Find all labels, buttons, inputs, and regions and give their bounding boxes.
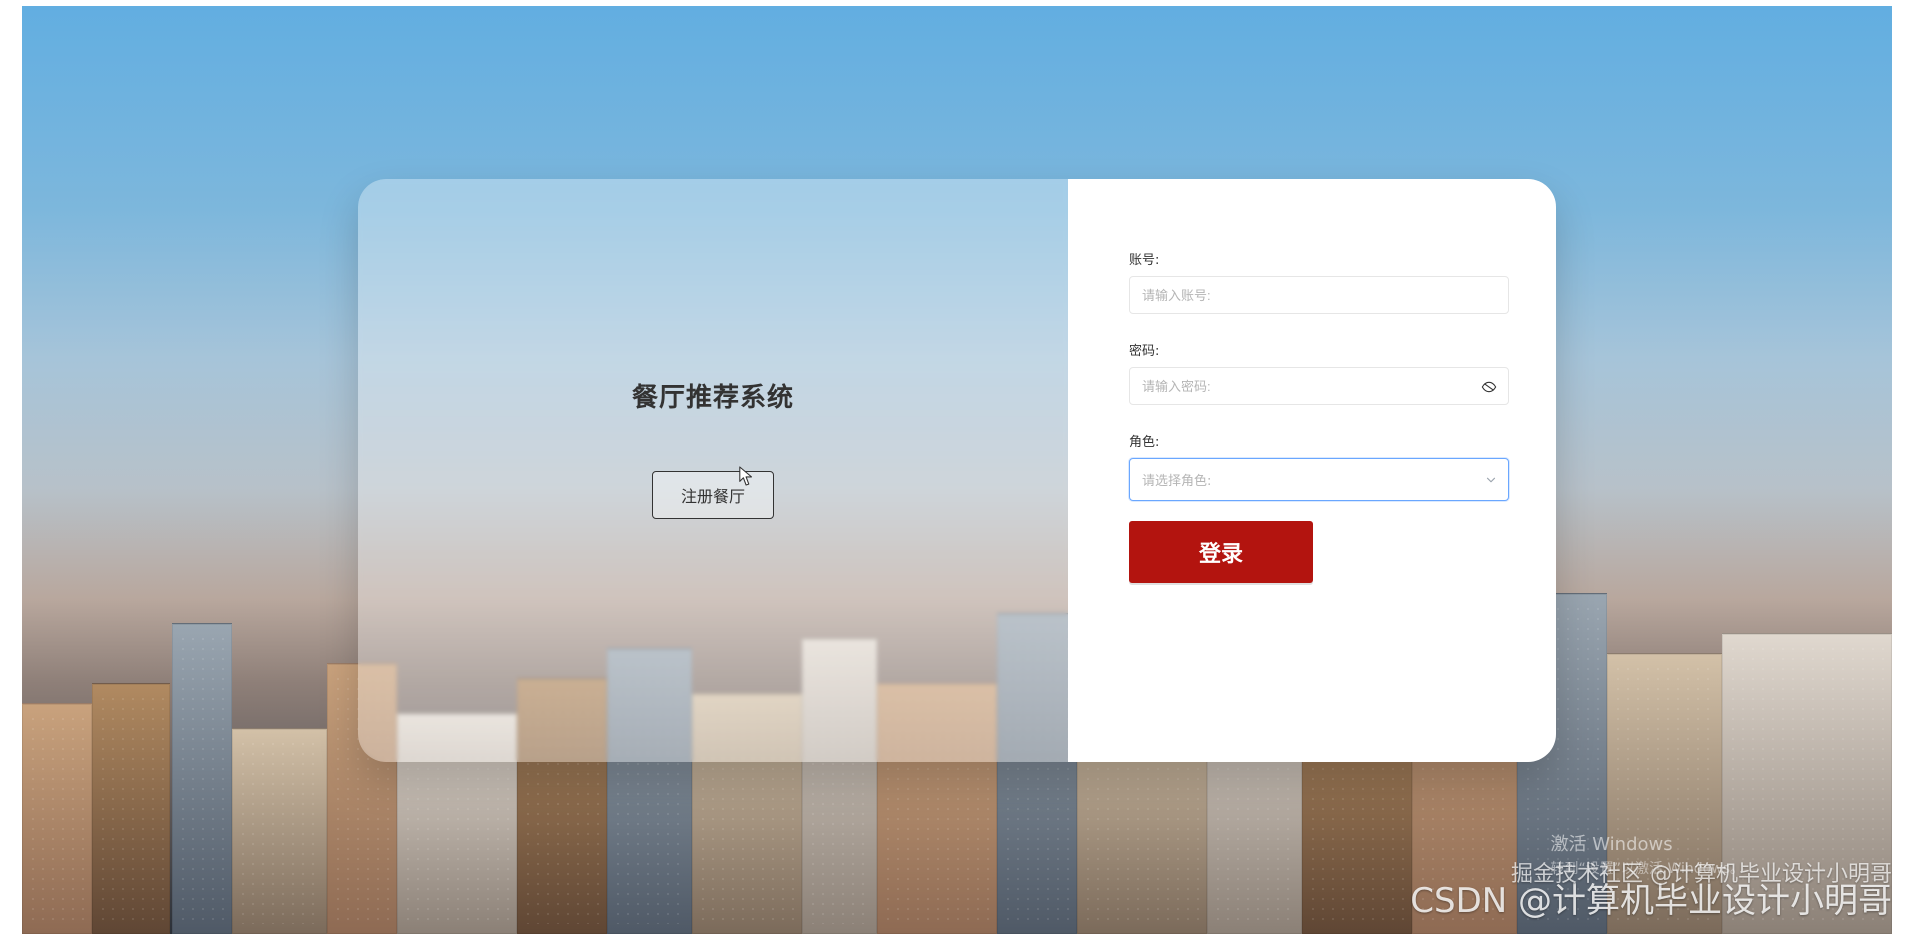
building	[22, 703, 92, 934]
password-field[interactable]	[1129, 367, 1509, 405]
eye-icon[interactable]	[1480, 379, 1498, 395]
watermark-line-1: CSDN @计算机毕业设计小明哥	[1410, 881, 1892, 922]
account-field[interactable]	[1129, 276, 1509, 314]
role-select[interactable]: 请选择角色:	[1129, 458, 1509, 501]
building	[172, 623, 232, 934]
login-screen: 餐厅推荐系统 注册餐厅 账号: 密码: 角色:	[0, 0, 1914, 934]
system-title: 餐厅推荐系统	[631, 383, 794, 413]
watermark-line-2: 掘金技术社区 @计算机毕业设计小明哥	[1511, 861, 1892, 887]
account-label: 账号:	[1129, 253, 1160, 268]
password-input[interactable]	[1130, 368, 1508, 404]
intro-panel: 餐厅推荐系统 注册餐厅	[358, 179, 1068, 762]
login-button[interactable]: 登录	[1129, 521, 1313, 583]
watermark: CSDN @计算机毕业设计小明哥 掘金技术社区 @计算机毕业设计小明哥	[1410, 863, 1892, 922]
windows-activation-title: 激活 Windows	[1550, 834, 1673, 855]
form-panel: 账号: 密码: 角色: 请选择角色:	[1068, 179, 1556, 762]
building	[92, 683, 170, 934]
building	[232, 728, 327, 934]
account-input[interactable]	[1130, 277, 1508, 313]
top-white-strip	[0, 0, 1914, 6]
login-card: 餐厅推荐系统 注册餐厅 账号: 密码: 角色:	[358, 179, 1556, 762]
role-select-placeholder: 请选择角色:	[1142, 474, 1212, 489]
chevron-down-icon[interactable]	[1484, 473, 1498, 487]
role-label: 角色:	[1129, 435, 1160, 450]
register-restaurant-button[interactable]: 注册餐厅	[652, 471, 774, 519]
password-label: 密码:	[1129, 344, 1160, 359]
login-form: 账号: 密码: 角色: 请选择角色:	[1129, 249, 1509, 583]
